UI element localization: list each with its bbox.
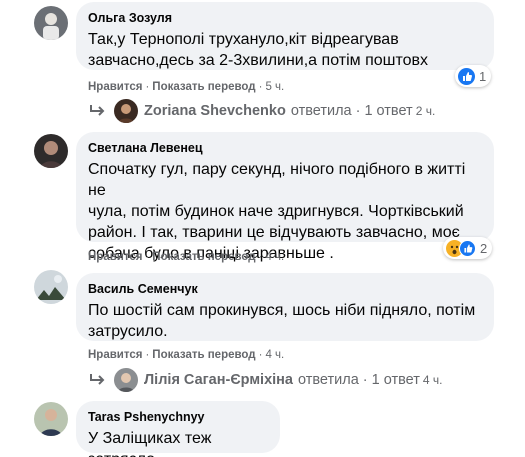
timestamp[interactable]: 4 ч. (265, 251, 284, 263)
replies-link[interactable]: Zoriana Shevchenko ответила · 1 ответ 2 … (88, 99, 435, 123)
reaction-summary[interactable]: 2 (443, 237, 493, 259)
translate-link[interactable]: Показать перевод (152, 349, 255, 361)
replies-link[interactable]: Лілія Саган-Єрміхіна ответила · 1 ответ … (88, 368, 442, 392)
like-reaction-icon (458, 67, 475, 85)
comment-text: Спочатку гул, пару секунд, нічого подібн… (88, 161, 466, 262)
timestamp[interactable]: 5 ч. (265, 81, 284, 93)
timestamp[interactable]: 4 ч. (265, 349, 284, 361)
comment-actions: Нравится · Показать перевод · 5 ч. (88, 81, 285, 93)
reply-arrow-icon (90, 374, 105, 385)
avatar[interactable] (34, 270, 68, 304)
avatar[interactable] (34, 134, 68, 168)
reaction-summary[interactable]: 1 (455, 65, 492, 87)
like-link[interactable]: Нравится (88, 349, 142, 361)
comment-author[interactable]: Ольга Зозуля (88, 10, 482, 26)
comment-author[interactable]: Светлана Левенец (88, 140, 482, 156)
comment-bubble: Taras Pshenychnyy У Заліщиках теж затряс… (76, 401, 280, 457)
comment-bubble: Светлана Левенец Спочатку гул, пару секу… (76, 132, 494, 262)
translate-link[interactable]: Показать перевод (152, 81, 255, 93)
comment-author[interactable]: Taras Pshenychnyy (88, 409, 268, 425)
like-link[interactable]: Нравится (88, 251, 142, 263)
reaction-count: 2 (480, 240, 488, 256)
avatar (114, 368, 138, 392)
like-reaction-icon (459, 239, 476, 257)
avatar[interactable] (34, 402, 68, 436)
comment-text: По шостій сам прокинувся, шось ніби підн… (88, 302, 476, 340)
reply-arrow-icon (90, 105, 105, 116)
comment-bubble: Ольга Зозуля Так,у Тернополі труханулo,к… (76, 2, 494, 70)
reaction-count: 1 (479, 68, 487, 84)
comment-text: У Заліщиках теж затрясло. (88, 430, 212, 457)
comment-text: Так,у Тернополі труханулo,кіт відреагува… (88, 31, 429, 69)
comment-author[interactable]: Василь Семенчук (88, 281, 482, 297)
avatar[interactable] (34, 6, 68, 40)
like-link[interactable]: Нравится (88, 81, 142, 93)
avatar (114, 99, 138, 123)
comment-bubble: Василь Семенчук По шостій сам прокинувся… (76, 273, 494, 341)
comment-actions: Нравится · Показать перевод · 4 ч. (88, 251, 285, 263)
translate-link[interactable]: Показать перевод (152, 251, 255, 263)
comment-actions: Нравится · Показать перевод · 4 ч. (88, 349, 285, 361)
